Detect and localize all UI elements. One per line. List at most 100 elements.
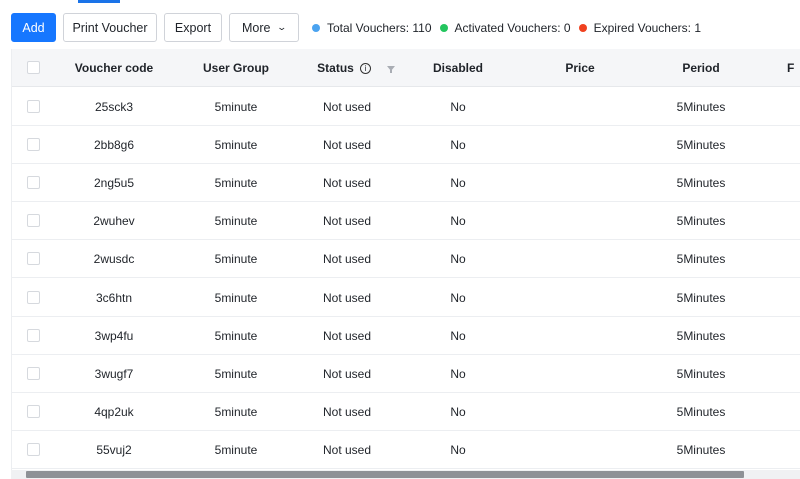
cell-status: Not used bbox=[322, 252, 372, 267]
cell-price bbox=[530, 279, 630, 317]
cell-status: Not used bbox=[322, 214, 372, 229]
more-dropdown-button[interactable]: More ⌄ bbox=[229, 13, 299, 42]
cell-disabled: No bbox=[450, 100, 466, 114]
add-button[interactable]: Add bbox=[11, 13, 56, 42]
table-row[interactable]: 2ng5u5 5minute Not used No 5Minutes bbox=[12, 164, 800, 203]
cell-period: 5Minutes bbox=[676, 404, 726, 419]
cell-disabled: No bbox=[450, 442, 466, 457]
cell-voucher-code: 2ng5u5 bbox=[93, 176, 135, 191]
cell-user-group: 5minute bbox=[214, 290, 258, 305]
cell-period: 5Minutes bbox=[676, 290, 726, 305]
cell-disabled: No bbox=[450, 366, 466, 381]
cell-status: Not used bbox=[322, 404, 372, 419]
table-header: Voucher code User Group Status i Disable… bbox=[12, 49, 800, 87]
row-checkbox[interactable] bbox=[27, 328, 40, 342]
cell-voucher-code: 2bb8g6 bbox=[93, 138, 135, 153]
print-voucher-button[interactable]: Print Voucher bbox=[63, 13, 157, 42]
cell-price bbox=[530, 202, 630, 240]
expired-status-dot bbox=[578, 23, 587, 32]
table-row[interactable]: 4qp2uk 5minute Not used No 5Minutes bbox=[12, 392, 800, 431]
column-header-period[interactable]: Period bbox=[650, 49, 752, 87]
cell-status: Not used bbox=[322, 100, 372, 114]
cell-voucher-code: 2wusdc bbox=[93, 252, 135, 267]
cell-period: 5Minutes bbox=[676, 252, 726, 267]
row-checkbox[interactable] bbox=[27, 442, 40, 456]
cell-status: Not used bbox=[322, 442, 372, 457]
chevron-down-icon: ⌄ bbox=[276, 22, 288, 32]
select-all-checkbox[interactable] bbox=[27, 61, 40, 74]
status-header-label: Status bbox=[317, 61, 354, 75]
row-checkbox[interactable] bbox=[27, 404, 40, 418]
cell-price bbox=[530, 355, 630, 393]
info-icon[interactable]: i bbox=[359, 62, 371, 74]
horizontal-scrollbar[interactable] bbox=[11, 470, 800, 479]
row-checkbox[interactable] bbox=[27, 138, 40, 152]
stat-expired: Expired Vouchers: 1 bbox=[578, 21, 701, 35]
cell-period: 5Minutes bbox=[676, 138, 726, 153]
cell-period: 5Minutes bbox=[676, 100, 726, 114]
column-header-disabled[interactable]: Disabled bbox=[408, 49, 508, 87]
cell-user-group: 5minute bbox=[214, 328, 258, 343]
cell-user-group: 5minute bbox=[214, 100, 258, 114]
cell-period: 5Minutes bbox=[676, 214, 726, 229]
row-checkbox[interactable] bbox=[27, 366, 40, 380]
column-header-user-group[interactable]: User Group bbox=[187, 49, 285, 87]
table-row[interactable]: 2wuhev 5minute Not used No 5Minutes bbox=[12, 202, 800, 241]
table-row[interactable]: 3wugf7 5minute Not used No 5Minutes bbox=[12, 354, 800, 393]
cell-user-group: 5minute bbox=[214, 138, 258, 153]
row-checkbox[interactable] bbox=[27, 214, 40, 228]
filter-icon[interactable] bbox=[386, 65, 395, 73]
cell-status: Not used bbox=[322, 366, 372, 381]
cell-price bbox=[530, 431, 630, 469]
cell-period: 5Minutes bbox=[676, 328, 726, 343]
column-header-status[interactable]: Status i bbox=[306, 49, 406, 87]
table-row[interactable]: 25sck3 5minute Not used No 5Minutes bbox=[12, 88, 800, 126]
column-header-price[interactable]: Price bbox=[530, 49, 630, 87]
cell-user-group: 5minute bbox=[214, 442, 258, 457]
export-button[interactable]: Export bbox=[164, 13, 222, 42]
activated-status-dot bbox=[439, 23, 448, 32]
scrollbar-thumb[interactable] bbox=[26, 471, 744, 478]
table-row[interactable]: 3wp4fu 5minute Not used No 5Minutes bbox=[12, 316, 800, 355]
cell-user-group: 5minute bbox=[214, 404, 258, 419]
voucher-table: Voucher code User Group Status i Disable… bbox=[11, 49, 800, 479]
cell-voucher-code: 3wugf7 bbox=[94, 366, 134, 381]
cell-period: 5Minutes bbox=[676, 176, 726, 191]
table-row[interactable]: 2bb8g6 5minute Not used No 5Minutes bbox=[12, 126, 800, 165]
stat-total: Total Vouchers: 110 bbox=[312, 21, 432, 35]
cell-price bbox=[530, 240, 630, 278]
row-checkbox[interactable] bbox=[27, 100, 40, 113]
cell-price bbox=[530, 164, 630, 202]
table-row[interactable]: 3c6htn 5minute Not used No 5Minutes bbox=[12, 278, 800, 317]
cell-voucher-code: 25sck3 bbox=[94, 100, 134, 114]
row-checkbox[interactable] bbox=[27, 176, 40, 190]
total-status-dot bbox=[312, 23, 320, 32]
cell-disabled: No bbox=[450, 404, 466, 419]
cell-voucher-code: 4qp2uk bbox=[94, 404, 134, 419]
voucher-stats: Total Vouchers: 110 Activated Vouchers: … bbox=[312, 21, 709, 35]
cell-voucher-code: 2wuhev bbox=[93, 214, 135, 229]
cell-period: 5Minutes bbox=[676, 366, 726, 381]
row-checkbox[interactable] bbox=[27, 252, 40, 266]
column-header-voucher-code[interactable]: Voucher code bbox=[64, 49, 164, 87]
cell-user-group: 5minute bbox=[214, 176, 258, 191]
cell-user-group: 5minute bbox=[214, 214, 258, 229]
cell-disabled: No bbox=[450, 328, 466, 343]
cell-disabled: No bbox=[450, 214, 466, 229]
cell-price bbox=[530, 126, 630, 164]
cell-voucher-code: 3wp4fu bbox=[94, 328, 134, 343]
column-header-partial[interactable]: F bbox=[787, 49, 800, 87]
cell-disabled: No bbox=[450, 252, 466, 267]
cell-status: Not used bbox=[322, 290, 372, 305]
cell-voucher-code: 3c6htn bbox=[95, 290, 133, 305]
active-tab-indicator bbox=[78, 0, 120, 3]
cell-price bbox=[530, 317, 630, 355]
toolbar: Add Print Voucher Export More ⌄ Total Vo… bbox=[11, 13, 709, 42]
table-row[interactable]: 55vuj2 5minute Not used No 5Minutes bbox=[12, 430, 800, 469]
cell-user-group: 5minute bbox=[214, 366, 258, 381]
cell-status: Not used bbox=[322, 138, 372, 153]
cell-user-group: 5minute bbox=[214, 252, 258, 267]
row-checkbox[interactable] bbox=[27, 290, 40, 304]
table-row[interactable]: 2wusdc 5minute Not used No 5Minutes bbox=[12, 240, 800, 279]
stat-activated: Activated Vouchers: 0 bbox=[439, 21, 571, 35]
